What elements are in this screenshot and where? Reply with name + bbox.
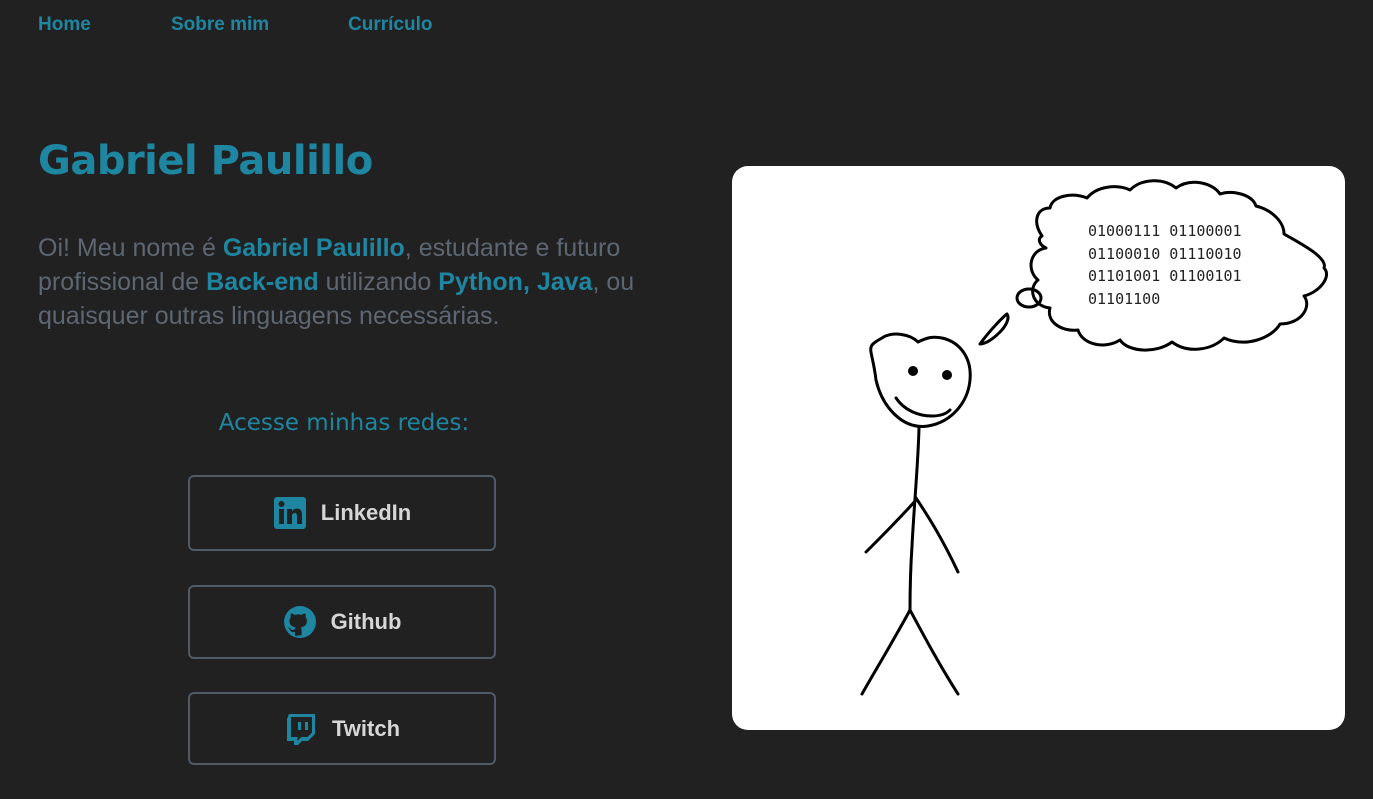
right-eye xyxy=(942,370,952,380)
binary-line-1: 01000111 01100001 xyxy=(1088,222,1242,240)
stick-figure-drawing xyxy=(860,179,1328,696)
stick-figure-head xyxy=(869,332,972,428)
smile xyxy=(894,396,952,418)
github-button[interactable]: Github xyxy=(188,585,496,659)
left-eye xyxy=(908,366,918,376)
intro-part-3: utilizando xyxy=(318,268,439,296)
nav-about-link[interactable]: Sobre mim xyxy=(171,14,348,36)
github-icon xyxy=(283,605,317,639)
binary-line-3: 01101001 01100101 xyxy=(1088,267,1242,285)
intro-part-1: Oi! Meu nome é xyxy=(38,234,223,262)
binary-text: 01000111 01100001 01100010 01110010 011010… xyxy=(1088,220,1242,310)
left-arm xyxy=(864,498,918,554)
nav-resume-link[interactable]: Currículo xyxy=(348,14,432,36)
linkedin-icon xyxy=(273,496,307,530)
networks-heading: Acesse minhas redes: xyxy=(218,410,470,436)
right-arm xyxy=(914,496,960,574)
right-leg xyxy=(908,608,960,696)
illustration-card: 01000111 01100001 01100010 01110010 011010… xyxy=(732,166,1345,730)
twitch-button[interactable]: Twitch xyxy=(188,692,496,765)
page-title: Gabriel Paulillo xyxy=(38,138,373,184)
twitch-icon xyxy=(284,712,318,746)
top-nav: Home Sobre mim Currículo xyxy=(38,14,432,36)
nav-home-link[interactable]: Home xyxy=(38,14,171,36)
intro-name: Gabriel Paulillo xyxy=(222,234,405,262)
stick-figure-body xyxy=(908,426,921,612)
linkedin-button[interactable]: LinkedIn xyxy=(188,475,496,551)
twitch-label: Twitch xyxy=(331,715,401,741)
linkedin-label: LinkedIn xyxy=(320,500,412,525)
binary-line-2: 01100010 01110010 xyxy=(1088,244,1242,263)
intro-languages: Python, Java xyxy=(438,268,593,296)
thought-bubble-small xyxy=(978,312,1010,346)
thought-bubble-large xyxy=(1015,287,1043,309)
intro-text: Oi! Meu nome é Gabriel Paulillo, estudan… xyxy=(38,231,638,333)
left-leg xyxy=(860,608,912,696)
github-label: Github xyxy=(330,609,402,634)
intro-role: Back-end xyxy=(206,268,319,296)
binary-line-4: 01101100 xyxy=(1088,289,1161,308)
